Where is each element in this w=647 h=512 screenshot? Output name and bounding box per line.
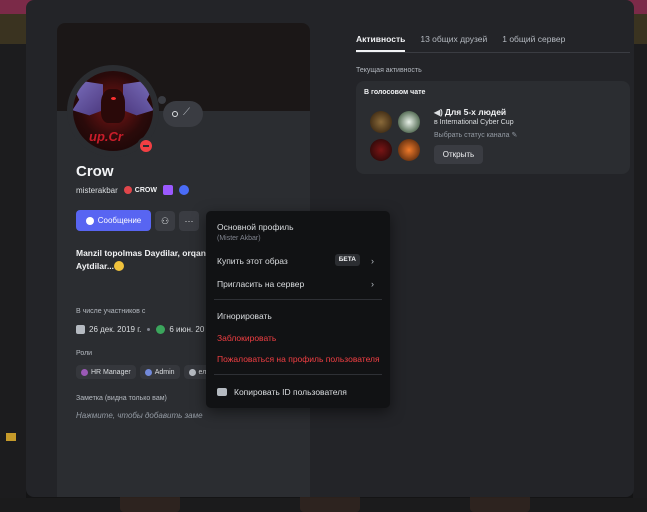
voice-card-title: В голосовом чате (364, 89, 426, 96)
avatar-frame[interactable]: up.Cr (67, 65, 159, 157)
participant-avatar[interactable] (398, 139, 420, 161)
add-friend-icon: ⚇ (160, 215, 170, 226)
speaker-icon: ◀) (434, 108, 443, 117)
role-pill[interactable]: Admin (139, 365, 180, 379)
avatar-text: up.Cr (89, 129, 123, 144)
background-left-panel (0, 44, 26, 512)
discord-since: 26 дек. 2019 г. (89, 324, 142, 334)
id-icon (217, 388, 227, 396)
menu-item-report[interactable]: Пожаловаться на профиль пользователя (217, 354, 382, 364)
roles-list: HR Manager Admin ел (76, 365, 212, 379)
menu-divider (214, 299, 382, 300)
profile-tabs: Активность 13 общих друзей 1 общий серве… (356, 34, 565, 52)
roles-label: Роли (76, 350, 93, 357)
chevron-right-icon: › (371, 256, 374, 266)
role-pill[interactable]: HR Manager (76, 365, 136, 379)
menu-item-main-profile[interactable]: Основной профиль (Mister Akbar) (217, 222, 382, 242)
voice-channel-name: ◀) Для 5-х людей (434, 107, 507, 117)
tab-mutual-servers[interactable]: 1 общий сервер (502, 34, 565, 52)
menu-item-buy-look[interactable]: Купить этот образ БЕТА › (217, 254, 382, 266)
chat-bubble-icon (85, 216, 94, 225)
background-icon (6, 433, 16, 441)
beta-badge: БЕТА (334, 254, 360, 266)
dnd-status-icon (137, 137, 155, 155)
username: misterakbar (76, 185, 118, 195)
open-voice-button[interactable]: Открыть (434, 145, 483, 164)
server-icon (156, 324, 166, 334)
more-options-button[interactable]: ··· (179, 211, 199, 231)
context-menu: Основной профиль (Mister Akbar) Купить эт… (206, 211, 390, 408)
voice-server-name: в International Cyber Cup (434, 119, 514, 126)
participant-avatar[interactable] (370, 139, 392, 161)
tab-mutual-friends[interactable]: 13 общих друзей (420, 34, 487, 52)
participant-avatar[interactable] (370, 111, 392, 133)
status-bubble: ⟋ (163, 101, 203, 127)
more-icon: ··· (184, 216, 194, 226)
status-dot-icon (172, 111, 178, 117)
chevron-right-icon: › (371, 279, 374, 289)
menu-item-copy-id[interactable]: Копировать ID пользователя (217, 387, 382, 397)
username-row: misterakbar CROW (76, 183, 189, 197)
note-input[interactable]: Нажмите, чтобы добавить заме (76, 411, 203, 420)
participant-avatar[interactable] (398, 111, 420, 133)
main-profile-sub: (Mister Akbar) (217, 235, 261, 242)
discord-icon (76, 324, 85, 334)
member-since-label: В числе участников с (76, 308, 146, 315)
boost-badge-icon[interactable] (178, 185, 189, 195)
current-activity-label: Текущая активность (356, 67, 422, 74)
channel-status[interactable]: Выбрать статус канала ✎ (434, 131, 517, 139)
background-right-panel (633, 44, 647, 512)
voice-activity-card: В голосовом чате ◀) Для 5-х людей в Inter… (356, 81, 630, 174)
bio-line: Aytdilar... (76, 261, 114, 271)
display-name: Crow (76, 163, 114, 180)
menu-item-invite[interactable]: Пригласить на сервер › (217, 279, 382, 289)
menu-divider (214, 374, 382, 375)
menu-item-ignore[interactable]: Игнорировать (217, 311, 382, 321)
muted-mic-icon: ⟋ (183, 107, 190, 118)
message-button[interactable]: Сообщение (76, 210, 151, 231)
nitro-badge-icon[interactable] (162, 185, 173, 195)
add-friend-button[interactable]: ⚇ (155, 211, 175, 231)
note-label: Заметка (видна только вам) (76, 395, 167, 402)
menu-item-block[interactable]: Заблокировать (217, 333, 382, 343)
pencil-icon: ✎ (511, 132, 518, 139)
member-since-row: 26 дек. 2019 г. 6 июн. 20 (76, 323, 204, 335)
grinning-emoji-icon (113, 261, 124, 271)
tabs-divider (356, 52, 630, 53)
clan-icon (123, 186, 132, 194)
clan-tag[interactable]: CROW (123, 186, 157, 194)
tab-activity[interactable]: Активность (356, 34, 406, 52)
user-profile-modal: ✕ up.Cr ⟋ Crow misterakbar CROW Сообщени… (26, 0, 634, 497)
server-since: 6 июн. 20 (169, 324, 205, 334)
